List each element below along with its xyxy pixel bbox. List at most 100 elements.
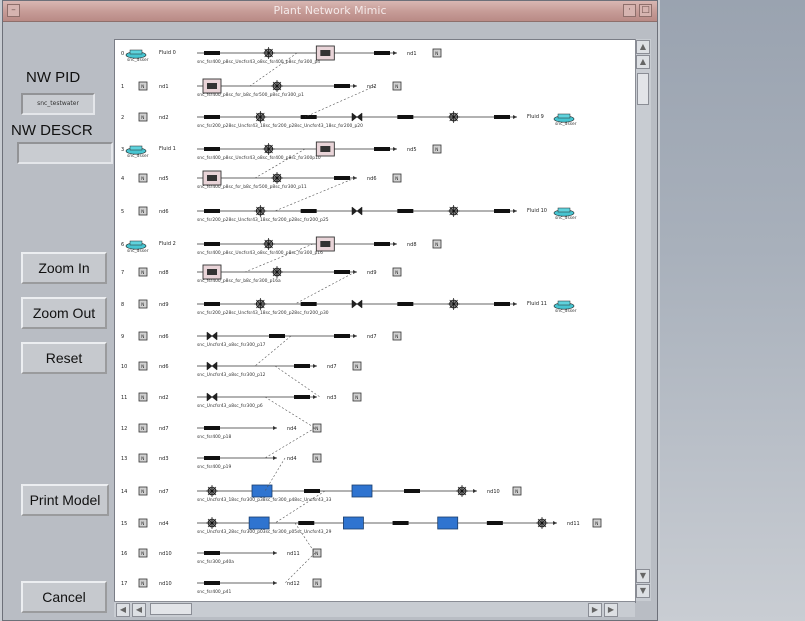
minimize-icon[interactable]: ·: [623, 4, 636, 17]
device-pipe-icon[interactable]: [204, 115, 220, 119]
heat-exchanger-icon[interactable]: [351, 484, 373, 498]
window-title: Plant Network Mimic: [273, 4, 387, 17]
device-pipe-icon[interactable]: [392, 521, 409, 525]
reset-button[interactable]: Reset: [21, 342, 107, 374]
scroll-up-icon[interactable]: ▲: [636, 40, 650, 54]
flow-arrow-icon: [553, 521, 557, 525]
scroll-left-page-icon[interactable]: ◀: [132, 603, 146, 617]
scroll-right-page-icon[interactable]: ▶: [588, 603, 602, 617]
device-pipe-icon[interactable]: [204, 242, 220, 246]
device-pipe-icon[interactable]: [204, 426, 220, 430]
pipeline-caption: snc_fsr400_p8sc_Uncfsr43_o8sc_fsr400_p8s…: [197, 59, 320, 65]
device-pipe-icon[interactable]: [404, 489, 420, 493]
start-node-label: nd4: [159, 521, 169, 527]
device-pipe-icon[interactable]: [269, 334, 285, 338]
horizontal-scrollbar[interactable]: ◀ ◀ ▶ ▶: [114, 601, 635, 617]
pump-icon-spokes: [456, 485, 468, 497]
vertical-scrollbar[interactable]: ▲ ▲ ▼ ▼: [635, 39, 651, 601]
pump-icon-spokes: [271, 266, 283, 278]
device-pipe-icon[interactable]: [374, 242, 390, 246]
row-number: 11: [121, 395, 127, 401]
device-pipe-icon[interactable]: [300, 302, 317, 306]
device-pipe-icon[interactable]: [204, 581, 220, 585]
device-pipe-icon[interactable]: [494, 302, 510, 306]
print-model-button[interactable]: Print Model: [21, 484, 109, 516]
end-node-label: nd11: [287, 551, 300, 557]
heat-exchanger-icon[interactable]: [343, 516, 364, 530]
device-pipe-icon[interactable]: [294, 395, 310, 399]
nw-pid-field[interactable]: snc_testwater: [21, 93, 95, 115]
maximize-icon[interactable]: □: [639, 4, 652, 17]
scroll-down-page-icon[interactable]: ▼: [636, 569, 650, 583]
valve-icon[interactable]: [206, 331, 218, 341]
valve-icon[interactable]: [351, 206, 363, 216]
node-icon-glyph: N: [141, 426, 144, 432]
zoom-in-button[interactable]: Zoom In: [21, 252, 107, 284]
nw-descr-field[interactable]: [17, 142, 113, 164]
connection-link: [244, 243, 314, 273]
valve-icon[interactable]: [206, 361, 218, 371]
source-tank-icon-top: [129, 49, 143, 55]
horizontal-scroll-thumb[interactable]: [150, 603, 192, 615]
device-pipe-icon[interactable]: [300, 209, 317, 213]
device-pipe-icon[interactable]: [397, 115, 414, 119]
pipeline-caption: snc_fsr300_p40a: [197, 559, 234, 565]
connection-link: [274, 177, 356, 212]
node-icon-glyph: N: [141, 489, 144, 495]
device-pipe-icon[interactable]: [334, 84, 350, 88]
zoom-out-button[interactable]: Zoom Out: [21, 297, 107, 329]
pump-icon-spokes: [254, 111, 267, 123]
scroll-up-page-icon[interactable]: ▲: [636, 55, 650, 69]
heat-exchanger-icon[interactable]: [251, 484, 273, 498]
valve-icon[interactable]: [351, 299, 363, 309]
network-diagram[interactable]: 0snc_dsserFluid 0snc_fsr400_p8sc_Uncfsr4…: [115, 40, 635, 602]
device-pipe-icon[interactable]: [204, 302, 220, 306]
end-node-label: nd6: [367, 176, 377, 182]
valve-icon[interactable]: [351, 112, 363, 122]
device-pipe-icon[interactable]: [298, 521, 315, 525]
start-node-label: nd1: [159, 84, 169, 90]
scroll-left-icon[interactable]: ◀: [116, 603, 130, 617]
node-icon-glyph: N: [141, 270, 144, 276]
source-label: Fluid 2: [159, 241, 176, 247]
device-pipe-icon[interactable]: [334, 270, 350, 274]
device-pipe-icon[interactable]: [397, 302, 414, 306]
end-node-icon-glyph: N: [395, 334, 398, 340]
device-pipe-icon[interactable]: [204, 147, 220, 151]
device-pipe-icon[interactable]: [204, 51, 220, 55]
sink-tank-icon-top: [557, 113, 571, 119]
device-pipe-icon[interactable]: [304, 489, 320, 493]
flow-arrow-icon: [273, 456, 277, 460]
end-node-label: nd4: [287, 456, 297, 462]
node-icon-glyph: N: [141, 115, 144, 121]
device-pipe-icon[interactable]: [204, 456, 220, 460]
device-pipe-icon[interactable]: [397, 209, 414, 213]
title-bar[interactable]: – Plant Network Mimic · □: [3, 1, 657, 22]
cancel-button[interactable]: Cancel: [21, 581, 107, 613]
row-number: 1: [121, 84, 124, 90]
start-node-label: nd2: [159, 395, 169, 401]
scroll-right-icon[interactable]: ▶: [604, 603, 618, 617]
device-pipe-icon[interactable]: [204, 551, 220, 555]
device-pipe-icon[interactable]: [334, 176, 350, 180]
device-pipe-icon[interactable]: [494, 115, 510, 119]
device-pipe-icon[interactable]: [374, 51, 390, 55]
scroll-down-icon[interactable]: ▼: [636, 584, 650, 598]
source-sub-label: snc_dsser: [127, 57, 149, 63]
valve-icon[interactable]: [206, 392, 218, 402]
plant-network-window: – Plant Network Mimic · □ NW PID snc_tes…: [2, 0, 658, 621]
device-pipe-icon[interactable]: [294, 364, 310, 368]
pump-icon-spokes: [254, 298, 267, 310]
start-node-label: nd7: [159, 489, 169, 495]
device-pipe-icon[interactable]: [486, 521, 503, 525]
heat-exchanger-icon[interactable]: [248, 516, 270, 530]
device-pipe-icon[interactable]: [334, 334, 350, 338]
device-pipe-icon[interactable]: [374, 147, 390, 151]
vertical-scroll-thumb[interactable]: [637, 73, 649, 105]
device-pipe-icon[interactable]: [204, 209, 220, 213]
pipeline-caption: snc_fsr400_p8sc_fsr_b8c_fsr300_p16a: [197, 278, 281, 284]
sink-tank-icon-top: [557, 300, 571, 306]
device-pipe-icon[interactable]: [494, 209, 510, 213]
network-canvas[interactable]: 0 snc_dsser Fluid 0 snc_fsr400_p8sc_Uncfsr4…: [114, 39, 636, 603]
heat-exchanger-icon[interactable]: [437, 516, 459, 530]
